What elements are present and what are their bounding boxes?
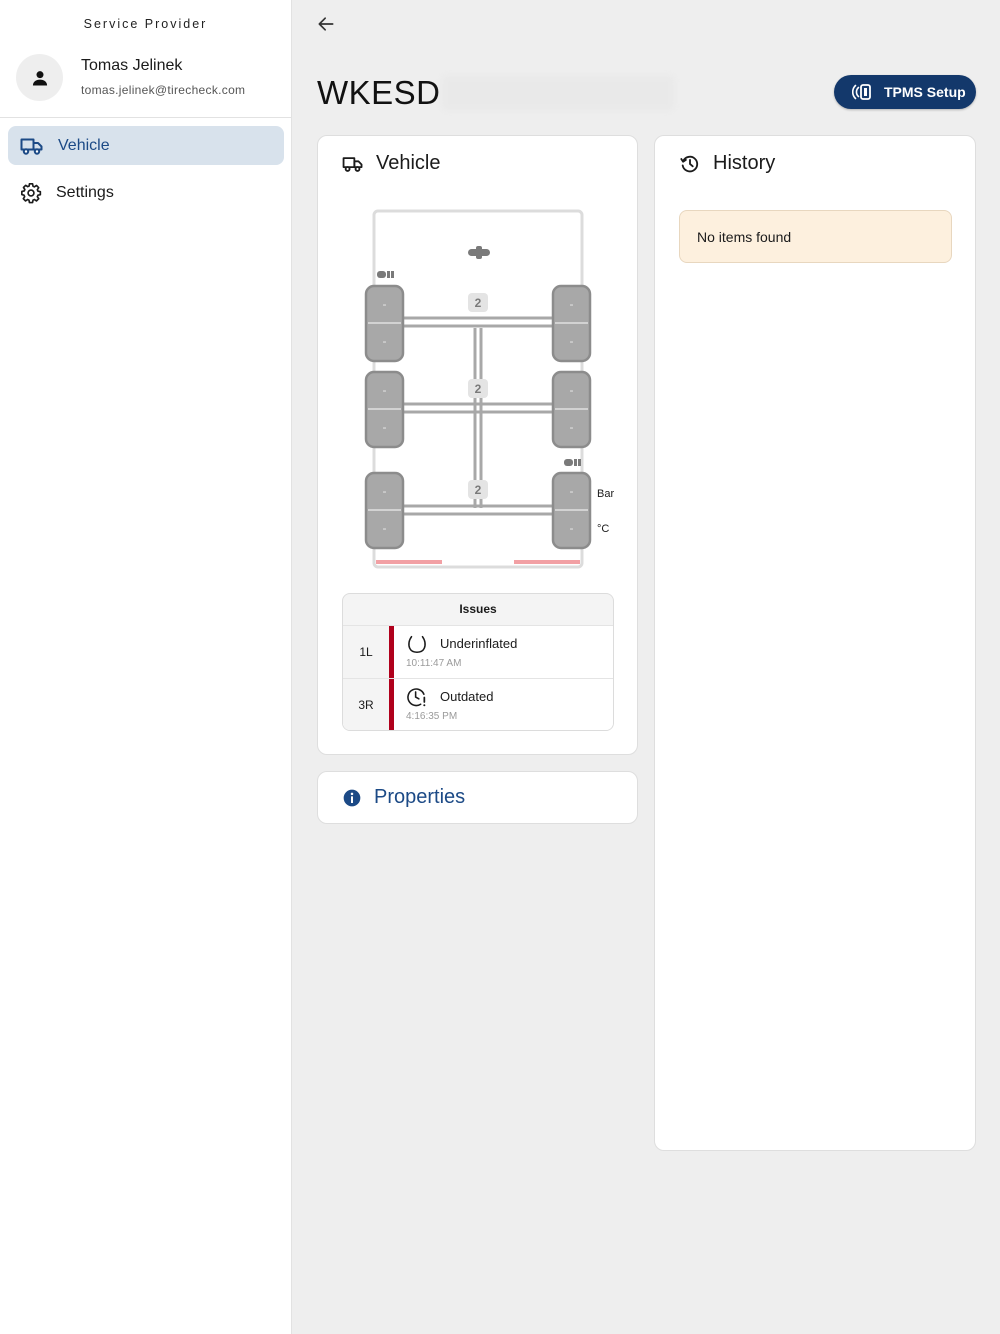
issue-time: 10:11:47 AM — [406, 658, 462, 669]
sensor-icon — [377, 271, 394, 278]
info-icon — [343, 789, 361, 806]
user-name: Tomas Jelinek — [81, 56, 183, 74]
axle-label: 2 — [468, 293, 488, 312]
issues-table: Issues 1L Underinflated 10:11:47 AM 3R O… — [342, 593, 614, 731]
svg-text:-: - — [383, 297, 387, 311]
person-icon — [32, 70, 47, 85]
sidebar-item-vehicle[interactable]: Vehicle — [8, 126, 284, 165]
redacted-vehicle-id — [441, 76, 674, 110]
svg-text:-: - — [383, 521, 387, 535]
svg-text:-: - — [570, 521, 574, 535]
avatar — [16, 54, 63, 101]
pressure-unit: Bar — [597, 488, 614, 500]
svg-text:-: - — [383, 383, 387, 397]
sensor-icon — [564, 459, 581, 466]
svg-text:-: - — [570, 297, 574, 311]
axle-label: 2 — [468, 379, 488, 398]
provider-title: Service Provider — [83, 17, 208, 31]
history-card-header: History — [679, 152, 775, 175]
issues-title: Issues — [459, 602, 497, 616]
truck-icon — [20, 138, 43, 155]
svg-text:2: 2 — [475, 382, 482, 396]
issue-position: 1L — [343, 626, 389, 678]
svg-text:-: - — [570, 484, 574, 498]
clock-alert-icon — [407, 688, 426, 707]
history-card: History No items found — [654, 135, 976, 1151]
svg-text:-: - — [383, 334, 387, 348]
vehicle-card: Vehicle 2 2 2 - - - - - - - - - - - - Ba… — [317, 135, 638, 755]
vehicle-axle-diagram: 2 2 2 - - - - - - - - - - - - Bar °C — [364, 209, 614, 569]
tpms-setup-button[interactable]: TPMS Setup — [834, 75, 976, 109]
issue-position: 3R — [343, 679, 389, 730]
vehicle-card-title: Vehicle — [376, 152, 441, 174]
sidebar: Service Provider Tomas Jelinek tomas.jel… — [0, 0, 292, 1334]
tire-1R[interactable]: - - — [551, 284, 592, 363]
temperature-unit: °C — [597, 523, 609, 535]
user-email: tomas.jelinek@tirecheck.com — [81, 82, 246, 97]
issue-row[interactable]: 3R Outdated 4:16:35 PM — [343, 678, 613, 730]
issue-label: Underinflated — [440, 636, 518, 651]
svg-text:-: - — [383, 484, 387, 498]
svg-text:2: 2 — [475, 483, 482, 497]
issue-time: 4:16:35 PM — [406, 711, 458, 722]
issue-severity-bar — [389, 626, 394, 678]
tire-2L[interactable]: - - — [364, 370, 405, 449]
sidebar-item-settings[interactable]: Settings — [8, 173, 284, 212]
properties-card[interactable]: Properties — [317, 771, 638, 824]
page-title: WKESD — [317, 74, 674, 112]
tire-underinflated-icon — [408, 635, 426, 654]
sidebar-item-label: Settings — [56, 183, 114, 201]
issue-label: Outdated — [440, 689, 494, 704]
properties-card-header: Properties — [342, 786, 465, 809]
truck-icon — [342, 156, 363, 172]
svg-text:2: 2 — [475, 296, 482, 310]
history-icon — [680, 155, 699, 172]
svg-text:-: - — [570, 383, 574, 397]
tpms-sensor-icon — [852, 84, 871, 100]
gear-icon — [21, 182, 42, 203]
sidebar-item-label: Vehicle — [58, 136, 110, 154]
back-button[interactable] — [312, 10, 340, 38]
issue-row[interactable]: 1L Underinflated 10:11:47 AM — [343, 625, 613, 678]
tire-1L[interactable]: - - — [364, 284, 405, 363]
svg-text:-: - — [570, 334, 574, 348]
vehicle-card-header: Vehicle — [342, 152, 441, 175]
svg-text:-: - — [570, 420, 574, 434]
axle-label: 2 — [468, 480, 488, 499]
arrow-left-icon — [318, 17, 334, 31]
issue-severity-bar — [389, 679, 394, 730]
tire-3R[interactable]: - - — [551, 471, 592, 550]
svg-text:-: - — [383, 420, 387, 434]
user-profile: Tomas Jelinek tomas.jelinek@tirecheck.co… — [16, 54, 245, 101]
tpms-setup-label: TPMS Setup — [884, 84, 966, 100]
tire-3L[interactable]: - - — [364, 471, 405, 550]
tire-2R[interactable]: - - — [551, 370, 592, 449]
sidebar-divider — [0, 117, 292, 118]
history-card-title: History — [713, 152, 776, 174]
spare-tire-icon — [468, 246, 490, 259]
properties-card-title: Properties — [374, 786, 466, 808]
empty-state-message: No items found — [679, 210, 952, 263]
vehicle-id-prefix: WKESD — [317, 74, 441, 111]
